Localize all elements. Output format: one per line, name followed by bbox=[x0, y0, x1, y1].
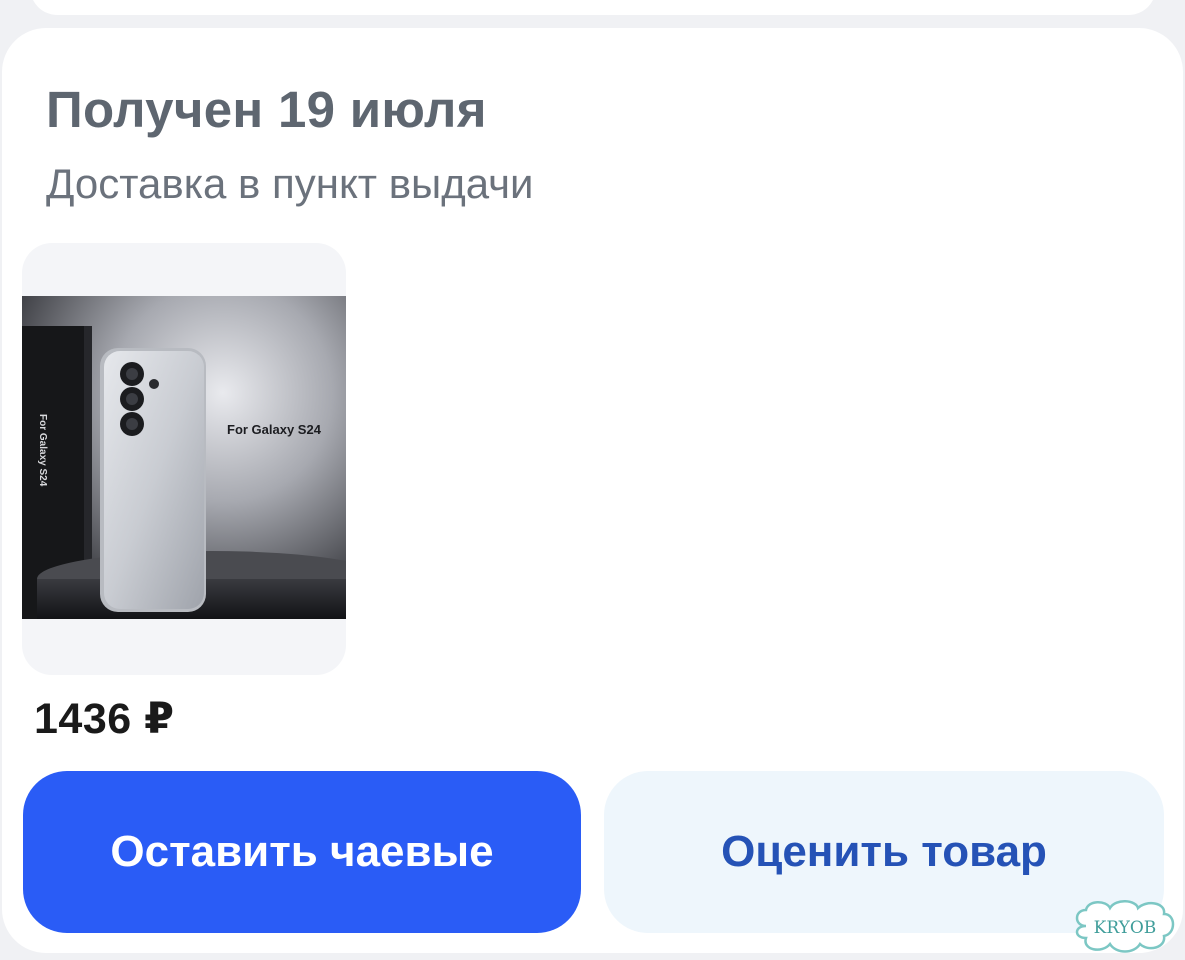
order-status-title: Получен 19 июля bbox=[46, 81, 487, 138]
box-label: For Galaxy S24 bbox=[37, 414, 48, 487]
product-photo: For Galaxy S24 For Galaxy S24 bbox=[22, 296, 346, 619]
watermark-logo: KRYOB bbox=[1075, 900, 1175, 953]
delivery-method: Доставка в пункт выдачи bbox=[46, 160, 534, 207]
svg-text:KRYOB: KRYOB bbox=[1094, 918, 1157, 938]
leave-tip-button[interactable]: Оставить чаевые bbox=[23, 771, 581, 933]
previous-order-card bbox=[30, 0, 1156, 15]
product-caption: For Galaxy S24 bbox=[227, 422, 322, 437]
product-price: 1436 ₽ bbox=[34, 695, 175, 743]
product-thumbnail[interactable]: For Galaxy S24 For Galaxy S24 bbox=[22, 243, 346, 675]
